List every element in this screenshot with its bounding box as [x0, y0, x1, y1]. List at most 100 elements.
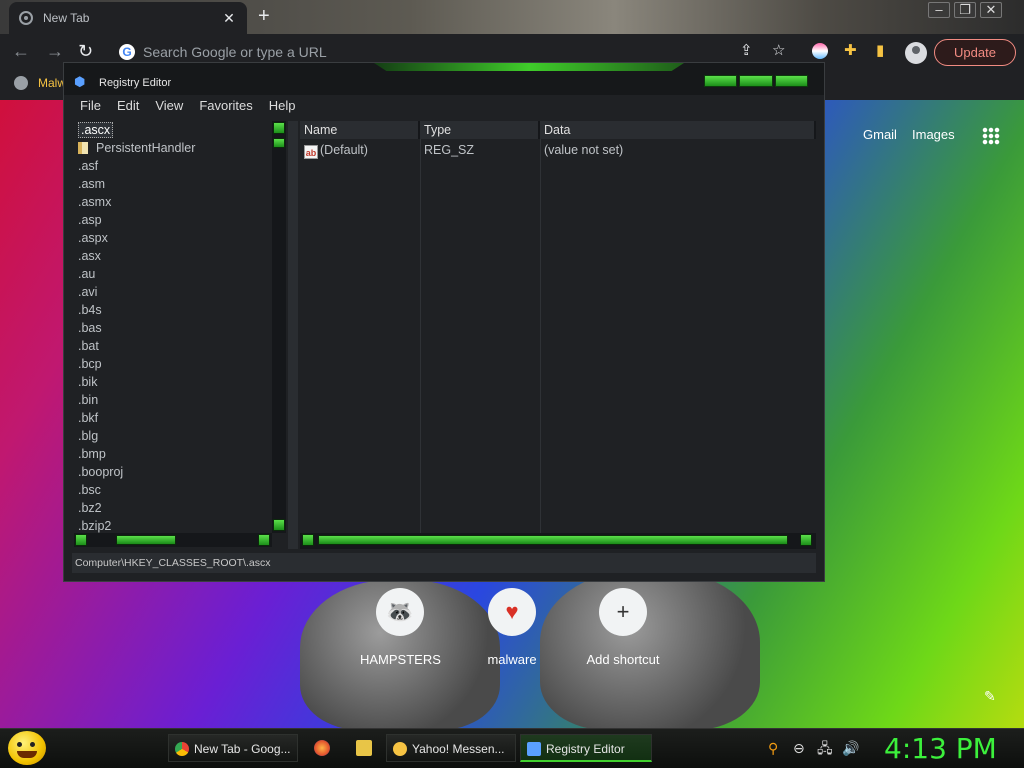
shortcut-malware[interactable]: ♥ malware: [472, 588, 552, 667]
tree-item[interactable]: .bz2: [74, 499, 272, 517]
apps-grid-icon[interactable]: [982, 127, 1000, 145]
search-icon[interactable]: ⚲: [768, 740, 778, 756]
taskbar-item-yahoo-messenger[interactable]: Yahoo! Messen...: [386, 734, 516, 762]
profile-avatar[interactable]: [905, 42, 927, 64]
google-icon: G: [119, 44, 135, 60]
tree-item[interactable]: .bkf: [74, 409, 272, 427]
column-name[interactable]: Name: [300, 121, 420, 139]
network-icon[interactable]: 🖧: [817, 740, 833, 756]
menu-file[interactable]: File: [72, 97, 109, 115]
tree-item[interactable]: .au: [74, 265, 272, 283]
omnibox-placeholder: Search Google or type a URL: [143, 44, 327, 60]
firefox-icon[interactable]: [314, 740, 330, 756]
gmail-link[interactable]: Gmail: [863, 127, 897, 142]
extension-flag-icon[interactable]: [812, 43, 828, 59]
scroll-right-arrow[interactable]: [800, 534, 812, 546]
start-smiley-icon[interactable]: [8, 731, 46, 765]
tree-item[interactable]: .bsc: [74, 481, 272, 499]
update-button[interactable]: Update: [934, 39, 1016, 66]
tree-item[interactable]: .blg: [74, 427, 272, 445]
scroll-right-arrow[interactable]: [258, 534, 270, 546]
tree-item[interactable]: .asx: [74, 247, 272, 265]
close-window-icon[interactable]: ✕: [980, 2, 1002, 18]
tree-horizontal-scrollbar[interactable]: [74, 533, 272, 547]
add-shortcut-button[interactable]: + Add shortcut: [583, 588, 663, 667]
side-panel-icon[interactable]: ▮: [876, 43, 884, 58]
menu-favorites[interactable]: Favorites: [191, 97, 260, 115]
images-link[interactable]: Images: [912, 127, 955, 142]
maximize-button[interactable]: [739, 75, 773, 87]
tree-item[interactable]: .avi: [74, 283, 272, 301]
value-name: (Default): [320, 143, 368, 157]
tree-item[interactable]: .bin: [74, 391, 272, 409]
bookmark-star-icon[interactable]: ☆: [772, 43, 785, 58]
list-horizontal-scrollbar[interactable]: [300, 533, 816, 549]
back-icon[interactable]: ←: [12, 42, 30, 60]
regedit-icon: ⬢: [74, 74, 86, 89]
menu-bar: File Edit View Favorites Help: [72, 97, 816, 115]
status-bar-path: Computer\HKEY_CLASSES_ROOT\.ascx: [72, 553, 816, 573]
heart-icon: ♥: [488, 588, 536, 636]
messenger-status-icon[interactable]: ⊖: [793, 740, 805, 756]
folder-icon: [78, 142, 88, 154]
taskbar-item-chrome[interactable]: New Tab - Goog...: [168, 734, 298, 762]
tree-item[interactable]: .b4s: [74, 301, 272, 319]
tree-item[interactable]: .booproj: [74, 463, 272, 481]
share-icon[interactable]: ⇪: [740, 43, 753, 58]
minimize-button[interactable]: [704, 75, 738, 87]
scroll-down-arrow[interactable]: [273, 519, 285, 531]
window-controls: [704, 75, 808, 87]
scroll-up-arrow[interactable]: [273, 122, 285, 134]
scroll-thumb[interactable]: [273, 138, 285, 148]
puzzle-icon[interactable]: ✚: [844, 43, 857, 58]
close-button[interactable]: [774, 75, 808, 87]
menu-help[interactable]: Help: [261, 97, 304, 115]
tree-item[interactable]: .aspx: [74, 229, 272, 247]
browser-tab[interactable]: New Tab ✕: [9, 2, 247, 34]
scroll-thumb[interactable]: [318, 535, 788, 545]
restore-icon[interactable]: ❐: [954, 2, 976, 18]
tree-item[interactable]: .asp: [74, 211, 272, 229]
shortcut-hampsters[interactable]: 🦝 HAMPSTERS: [360, 588, 441, 667]
tree-item[interactable]: PersistentHandler: [74, 139, 272, 157]
taskbar-item-registry-editor[interactable]: Registry Editor: [520, 734, 652, 762]
tree-item[interactable]: .bas: [74, 319, 272, 337]
tree-item[interactable]: .bcp: [74, 355, 272, 373]
taskbar-clock[interactable]: 4:13 PM: [884, 733, 997, 765]
minimize-icon[interactable]: –: [928, 2, 950, 18]
menu-edit[interactable]: Edit: [109, 97, 147, 115]
tree-item[interactable]: .bmp: [74, 445, 272, 463]
scroll-left-arrow[interactable]: [75, 534, 87, 546]
tree-item[interactable]: .bzip2: [74, 517, 272, 533]
tree-item[interactable]: .asf: [74, 157, 272, 175]
new-tab-button[interactable]: +: [258, 6, 270, 26]
tree-vertical-scrollbar[interactable]: [272, 121, 286, 533]
close-tab-icon[interactable]: ✕: [221, 10, 237, 27]
column-type[interactable]: Type: [420, 121, 540, 139]
value-data: (value not set): [544, 143, 624, 157]
menu-view[interactable]: View: [147, 97, 191, 115]
column-data[interactable]: Data: [540, 121, 816, 139]
forward-icon[interactable]: →: [46, 42, 64, 60]
title-bar[interactable]: ⬢ Registry Editor: [64, 63, 824, 95]
customize-pencil-icon[interactable]: ✎: [984, 688, 996, 705]
raccoon-icon: 🦝: [376, 588, 424, 636]
bookmark-item[interactable]: Malw: [14, 76, 66, 90]
scroll-thumb[interactable]: [116, 535, 176, 545]
folder-icon[interactable]: [356, 740, 372, 756]
tree-item[interactable]: .bik: [74, 373, 272, 391]
scroll-left-arrow[interactable]: [302, 534, 314, 546]
volume-icon[interactable]: 🔊: [842, 740, 859, 756]
pane-splitter[interactable]: [288, 121, 298, 549]
reload-icon[interactable]: ↻: [78, 42, 93, 60]
tree-item[interactable]: .asmx: [74, 193, 272, 211]
values-list: Name Type Data ab (Default) REG_SZ (value…: [300, 121, 816, 533]
tree-item[interactable]: .ascx: [74, 121, 272, 139]
tree-item[interactable]: .asm: [74, 175, 272, 193]
value-row[interactable]: ab (Default) REG_SZ (value not set): [300, 141, 816, 159]
tab-title: New Tab: [43, 11, 90, 25]
column-divider: [540, 139, 541, 533]
tree-item[interactable]: .bat: [74, 337, 272, 355]
string-value-icon: ab: [304, 145, 318, 159]
shortcut-label: malware: [487, 652, 537, 667]
